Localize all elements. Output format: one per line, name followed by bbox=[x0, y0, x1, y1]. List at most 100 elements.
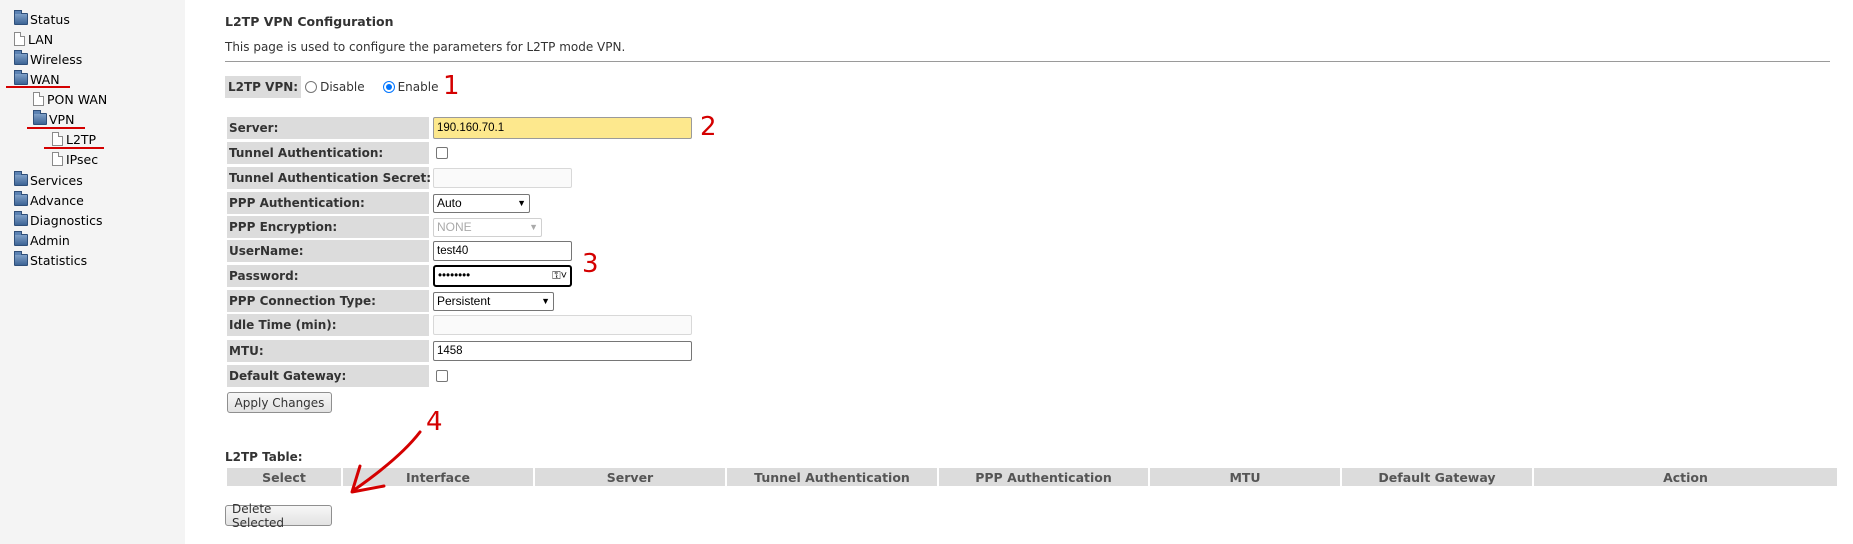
l2tp-table-title: L2TP Table: bbox=[225, 450, 303, 464]
sidebar-item-label: IPsec bbox=[66, 151, 99, 167]
ppp-auth-select[interactable]: Auto ▼ bbox=[433, 193, 530, 213]
folder-icon bbox=[14, 251, 28, 266]
sidebar-item-label: Statistics bbox=[30, 252, 88, 268]
idle-time-input[interactable] bbox=[433, 315, 692, 335]
password-input[interactable]: •••••••• ⚿˅ bbox=[433, 265, 572, 287]
sidebar-item-status[interactable]: Status bbox=[14, 10, 70, 28]
sidebar-item-l2tp[interactable]: L2TP bbox=[52, 130, 96, 148]
tunnel-secret-row: Tunnel Authentication Secret: bbox=[227, 167, 572, 189]
disable-radio-label: Disable bbox=[320, 80, 365, 94]
default-gateway-checkbox[interactable] bbox=[436, 370, 448, 382]
l2tp-vpn-toggle-row: L2TP VPN: Disable Enable bbox=[225, 76, 439, 98]
sidebar-item-wireless[interactable]: Wireless bbox=[14, 50, 82, 68]
tunnel-auth-label: Tunnel Authentication: bbox=[227, 142, 429, 164]
chevron-down-icon: ▼ bbox=[529, 222, 538, 232]
sidebar-item-label: Services bbox=[30, 172, 83, 188]
username-label: UserName: bbox=[227, 240, 429, 262]
server-label: Server: bbox=[227, 117, 429, 139]
folder-icon bbox=[14, 171, 28, 186]
tunnel-auth-row: Tunnel Authentication: bbox=[227, 142, 448, 164]
mtu-input[interactable]: 1458 bbox=[433, 341, 692, 361]
l2tp-vpn-label: L2TP VPN: bbox=[225, 76, 302, 98]
chevron-down-icon: ▼ bbox=[541, 296, 550, 306]
tunnel-secret-input[interactable] bbox=[433, 168, 572, 188]
enable-radio-label: Enable bbox=[397, 80, 439, 94]
password-value: •••••••• bbox=[438, 270, 471, 282]
disable-radio-option[interactable]: Disable bbox=[305, 80, 365, 94]
ppp-encryption-value: NONE bbox=[437, 220, 472, 234]
sidebar-item-diagnostics[interactable]: Diagnostics bbox=[14, 211, 103, 229]
sidebar-item-label: Wireless bbox=[30, 51, 83, 67]
sidebar-item-advance[interactable]: Advance bbox=[14, 191, 84, 209]
column-header: Action bbox=[1534, 468, 1837, 486]
idle-time-label: Idle Time (min): bbox=[227, 314, 429, 336]
username-row: UserName: test40 bbox=[227, 240, 572, 262]
page-description: This page is used to configure the param… bbox=[225, 40, 626, 54]
sidebar-item-pon-wan[interactable]: PON WAN bbox=[33, 90, 107, 108]
main-content: L2TP VPN Configuration This page is used… bbox=[225, 0, 1837, 544]
sidebar-item-services[interactable]: Services bbox=[14, 171, 83, 189]
username-input[interactable]: test40 bbox=[433, 241, 572, 261]
server-input[interactable]: 190.160.70.1 bbox=[433, 117, 692, 139]
disable-radio[interactable] bbox=[305, 81, 318, 93]
enable-radio[interactable] bbox=[382, 81, 395, 93]
apply-changes-button[interactable]: Apply Changes bbox=[227, 392, 332, 413]
sidebar-item-admin[interactable]: Admin bbox=[14, 231, 70, 249]
delete-selected-button[interactable]: Delete Selected bbox=[225, 502, 332, 530]
vpn-annotation-underline bbox=[27, 127, 85, 129]
folder-icon bbox=[14, 70, 28, 85]
annotation-number: 2 bbox=[700, 112, 717, 142]
page-icon bbox=[33, 92, 44, 106]
column-header: Server bbox=[535, 468, 725, 486]
tunnel-secret-label: Tunnel Authentication Secret: bbox=[227, 167, 431, 189]
ppp-auth-row: PPP Authentication: Auto ▼ bbox=[227, 192, 530, 214]
sidebar-item-label: VPN bbox=[49, 111, 75, 127]
l2tp-annotation-underline bbox=[44, 147, 104, 149]
sidebar-item-label: Status bbox=[30, 11, 70, 27]
column-header: Select bbox=[227, 468, 341, 486]
sidebar-item-label: LAN bbox=[28, 31, 54, 47]
default-gateway-row: Default Gateway: bbox=[227, 365, 448, 387]
folder-icon bbox=[14, 191, 28, 206]
password-label: Password: bbox=[227, 265, 429, 287]
column-header: Default Gateway bbox=[1342, 468, 1532, 486]
folder-icon bbox=[14, 211, 28, 226]
ppp-auth-label: PPP Authentication: bbox=[227, 192, 429, 214]
sidebar-item-label: L2TP bbox=[66, 131, 97, 147]
sidebar-item-label: Diagnostics bbox=[30, 212, 103, 228]
conn-type-row: PPP Connection Type: Persistent ▼ bbox=[227, 290, 554, 312]
tunnel-auth-checkbox[interactable] bbox=[436, 147, 448, 159]
sidebar-item-vpn[interactable]: VPN bbox=[33, 110, 74, 128]
idle-time-row: Idle Time (min): bbox=[227, 314, 692, 336]
folder-icon bbox=[14, 50, 28, 65]
folder-icon bbox=[33, 110, 47, 125]
mtu-label: MTU: bbox=[227, 340, 429, 362]
conn-type-label: PPP Connection Type: bbox=[227, 290, 429, 312]
enable-radio-option[interactable]: Enable bbox=[382, 80, 439, 94]
ppp-encryption-row: PPP Encryption: NONE ▼ bbox=[227, 216, 542, 238]
folder-icon bbox=[14, 231, 28, 246]
page-title: L2TP VPN Configuration bbox=[225, 14, 394, 29]
key-icon[interactable]: ⚿˅ bbox=[552, 270, 567, 283]
column-header: PPP Authentication bbox=[939, 468, 1148, 486]
column-header: MTU bbox=[1150, 468, 1340, 486]
conn-type-select[interactable]: Persistent ▼ bbox=[433, 291, 554, 311]
wan-annotation-underline bbox=[6, 86, 70, 88]
annotation-number: 1 bbox=[443, 71, 460, 101]
page-icon bbox=[14, 32, 25, 46]
folder-icon bbox=[14, 10, 28, 25]
column-header: Tunnel Authentication bbox=[727, 468, 937, 486]
ppp-encryption-label: PPP Encryption: bbox=[227, 216, 429, 238]
sidebar-item-statistics[interactable]: Statistics bbox=[14, 251, 87, 269]
sidebar-item-lan[interactable]: LAN bbox=[14, 30, 53, 48]
l2tp-table-header: Select Interface Server Tunnel Authentic… bbox=[227, 468, 1837, 486]
annotation-number: 3 bbox=[582, 249, 599, 279]
conn-type-value: Persistent bbox=[437, 294, 491, 308]
default-gateway-label: Default Gateway: bbox=[227, 365, 429, 387]
sidebar-item-label: PON WAN bbox=[47, 91, 108, 107]
sidebar-nav: Status LAN Wireless WAN PON WAN VPN L2TP… bbox=[0, 0, 185, 544]
sidebar-item-ipsec[interactable]: IPsec bbox=[52, 150, 98, 168]
divider bbox=[225, 61, 1830, 62]
annotation-arrow-icon bbox=[350, 430, 422, 494]
ppp-encryption-select[interactable]: NONE ▼ bbox=[433, 217, 542, 237]
